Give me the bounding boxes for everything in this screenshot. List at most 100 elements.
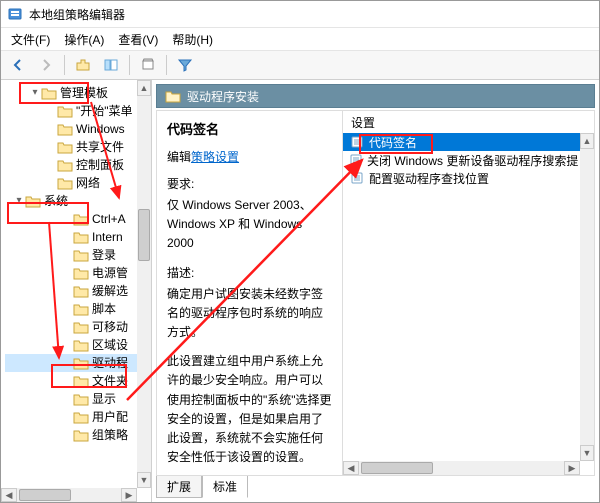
folder-icon: [57, 158, 73, 172]
tree-pane: ▾ 管理模板"开始"菜单Windows共享文件控制面板网络▾系统Ctrl+AInt…: [1, 80, 152, 502]
tab-extended[interactable]: 扩展: [156, 476, 202, 498]
toolbar-forward[interactable]: [33, 52, 59, 78]
tree-item-label: 区域设: [92, 336, 128, 354]
tree-item[interactable]: 网络: [5, 174, 137, 192]
content-header: 驱动程序安装: [156, 84, 595, 108]
toolbar: [1, 51, 599, 80]
menu-help[interactable]: 帮助(H): [166, 29, 219, 50]
scroll-down-icon[interactable]: ▼: [580, 445, 594, 461]
folder-icon: [73, 356, 89, 370]
tree-item-label: 驱动程: [92, 354, 128, 372]
expander-icon[interactable]: ▾: [29, 84, 41, 102]
list-hscroll[interactable]: ◀ ▶: [343, 461, 580, 475]
settings-row[interactable]: 代码签名: [343, 133, 580, 151]
policy-icon: [349, 170, 365, 186]
tree-item[interactable]: 可移动: [5, 318, 137, 336]
tree-item[interactable]: Intern: [5, 228, 137, 246]
right-pane: 驱动程序安装 代码签名 编辑策略设置 要求: 仅 Windows Server …: [152, 80, 599, 502]
scroll-right-icon[interactable]: ▶: [121, 488, 137, 502]
tree-item-label: Ctrl+A: [92, 210, 126, 228]
scroll-left-icon[interactable]: ◀: [1, 488, 17, 502]
tree-item[interactable]: 控制面板: [5, 156, 137, 174]
scroll-up-icon[interactable]: ▲: [137, 80, 151, 96]
tree-item-label: 缓解选: [92, 282, 128, 300]
folder-icon: [73, 248, 89, 262]
tree-item[interactable]: 脚本: [5, 300, 137, 318]
tree-item-label: 登录: [92, 246, 116, 264]
list-column-header[interactable]: 设置: [343, 111, 594, 134]
tree-item-label: 控制面板: [76, 156, 124, 174]
req-label: 要求:: [167, 175, 332, 192]
edit-policy-link[interactable]: 策略设置: [191, 150, 239, 164]
tree-item[interactable]: 共享文件: [5, 138, 137, 156]
scroll-up-icon[interactable]: ▲: [580, 133, 594, 149]
tree-item[interactable]: Windows: [5, 120, 137, 138]
folder-icon: [73, 266, 89, 280]
toolbar-export[interactable]: [135, 52, 161, 78]
toolbar-separator-2: [129, 55, 130, 75]
tree-item[interactable]: Ctrl+A: [5, 210, 137, 228]
tree-item[interactable]: 登录: [5, 246, 137, 264]
window-title: 本地组策略编辑器: [29, 6, 125, 23]
folder-icon: [57, 104, 73, 118]
tree-item[interactable]: 电源管: [5, 264, 137, 282]
tree-item-label: 网络: [76, 174, 100, 192]
folder-icon: [73, 320, 89, 334]
scroll-left-icon[interactable]: ◀: [343, 461, 359, 475]
tree-item[interactable]: ▾ 管理模板: [5, 84, 137, 102]
desc-label: 描述:: [167, 264, 332, 281]
tree-item-label: 用户配: [92, 408, 128, 426]
tree-item[interactable]: 驱动程: [5, 354, 137, 372]
policy-icon: [349, 134, 365, 150]
tree-item[interactable]: "开始"菜单: [5, 102, 137, 120]
tree-item-label: 共享文件: [76, 138, 124, 156]
scroll-right-icon[interactable]: ▶: [564, 461, 580, 475]
tree-vscroll[interactable]: ▲ ▼: [137, 80, 151, 488]
app-icon: [7, 6, 23, 22]
toolbar-back[interactable]: [5, 52, 31, 78]
settings-row-label: 关闭 Windows 更新设备驱动程序搜索提: [367, 152, 578, 169]
tree-hscroll[interactable]: ◀ ▶: [1, 488, 137, 502]
menu-file[interactable]: 文件(F): [5, 29, 56, 50]
tree-item[interactable]: 用户配: [5, 408, 137, 426]
tree-item-label: 脚本: [92, 300, 116, 318]
menu-view[interactable]: 查看(V): [112, 29, 164, 50]
description-pane: 代码签名 编辑策略设置 要求: 仅 Windows Server 2003、Wi…: [156, 110, 342, 476]
folder-icon: [73, 338, 89, 352]
policy-icon: [349, 152, 363, 168]
edit-policy-line: 编辑策略设置: [167, 148, 332, 165]
toolbar-show-hide[interactable]: [98, 52, 124, 78]
settings-list-pane: 设置 代码签名关闭 Windows 更新设备驱动程序搜索提配置驱动程序查找位置 …: [342, 110, 595, 476]
settings-row[interactable]: 配置驱动程序查找位置: [343, 169, 580, 187]
content-header-title: 驱动程序安装: [187, 88, 259, 105]
tree-item[interactable]: 文件夹: [5, 372, 137, 390]
tree-item[interactable]: 组策略: [5, 426, 137, 444]
toolbar-filter[interactable]: [172, 52, 198, 78]
scroll-down-icon[interactable]: ▼: [137, 472, 151, 488]
folder-icon: [57, 140, 73, 154]
folder-icon: [73, 410, 89, 424]
menu-action[interactable]: 操作(A): [58, 29, 110, 50]
tab-standard[interactable]: 标准: [202, 476, 248, 498]
tree-item[interactable]: 区域设: [5, 336, 137, 354]
expander-icon[interactable]: ▾: [13, 192, 25, 210]
tree-item-label: 电源管: [92, 264, 128, 282]
folder-icon: [73, 374, 89, 388]
folder-icon: [73, 212, 89, 226]
folder-icon: [25, 194, 41, 208]
folder-icon: [73, 302, 89, 316]
folder-icon: [165, 89, 181, 103]
toolbar-up[interactable]: [70, 52, 96, 78]
folder-icon: [57, 176, 73, 190]
tree-item-label: "开始"菜单: [76, 102, 133, 120]
folder-icon: [41, 86, 57, 100]
tree-item[interactable]: 缓解选: [5, 282, 137, 300]
folder-icon: [57, 122, 73, 136]
tree-item-label: 文件夹: [92, 372, 128, 390]
req-text: 仅 Windows Server 2003、Windows XP 和 Windo…: [167, 196, 332, 254]
tree-item[interactable]: ▾系统: [5, 192, 137, 210]
tree-item[interactable]: 显示: [5, 390, 137, 408]
list-vscroll[interactable]: ▲ ▼: [580, 133, 594, 461]
tree-item-label: 管理模板: [60, 84, 108, 102]
settings-row[interactable]: 关闭 Windows 更新设备驱动程序搜索提: [343, 151, 580, 169]
